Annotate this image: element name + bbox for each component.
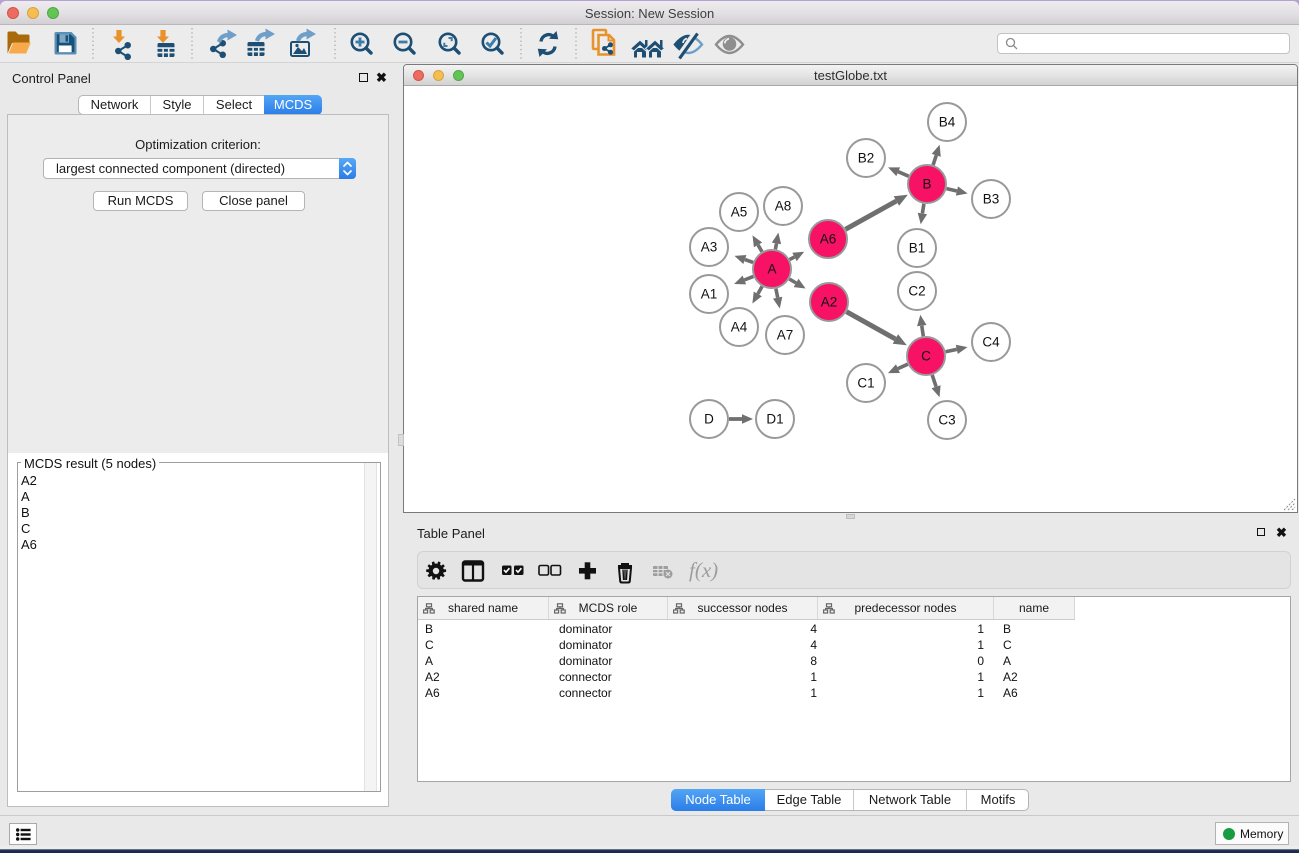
svg-text:D: D	[704, 412, 714, 427]
svg-text:B2: B2	[858, 151, 875, 166]
svg-text:C4: C4	[982, 335, 1000, 350]
svg-text:A7: A7	[777, 328, 794, 343]
svg-text:C: C	[921, 349, 931, 364]
svg-text:C3: C3	[938, 413, 955, 428]
svg-text:A3: A3	[701, 240, 718, 255]
svg-text:A: A	[767, 262, 776, 277]
svg-text:f(x): f(x)	[689, 558, 718, 582]
svg-text:B4: B4	[939, 115, 956, 130]
svg-text:A2: A2	[821, 295, 838, 310]
svg-text:A6: A6	[820, 232, 837, 247]
svg-text:C1: C1	[857, 376, 874, 391]
svg-text:A5: A5	[731, 205, 748, 220]
svg-text:B1: B1	[909, 241, 926, 256]
svg-text:C2: C2	[908, 284, 925, 299]
svg-text:A4: A4	[731, 320, 748, 335]
svg-text:B3: B3	[983, 192, 1000, 207]
svg-text:A8: A8	[775, 199, 792, 214]
svg-text:A1: A1	[701, 287, 718, 302]
svg-text:D1: D1	[766, 412, 783, 427]
svg-text:B: B	[922, 177, 931, 192]
